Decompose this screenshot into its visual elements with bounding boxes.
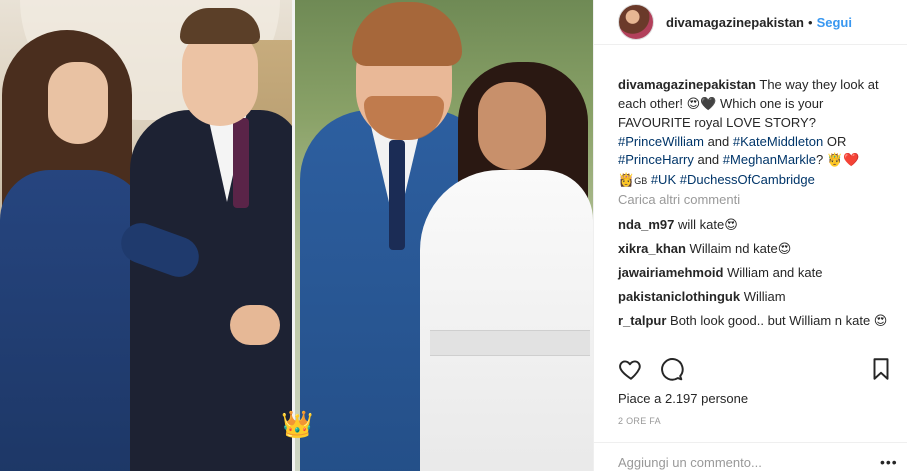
hashtag-link[interactable]: #PrinceHarry [618, 152, 694, 167]
hashtag-link[interactable]: #UK [651, 172, 676, 187]
post-header: divamagazinepakistan • Segui [594, 0, 907, 44]
comment-text: Willaim nd kate [685, 241, 778, 256]
man-right-tie [389, 140, 405, 250]
woman-left-dress [0, 170, 150, 471]
comment-item: pakistaniclothinguk William [618, 288, 894, 307]
comment-username[interactable]: jawairiamehmoid [618, 265, 723, 280]
comment-username[interactable]: xikra_khan [618, 241, 686, 256]
man-left-face [182, 30, 258, 126]
comment-button[interactable] [658, 356, 684, 382]
comment-username[interactable]: pakistaniclothinguk [618, 289, 740, 304]
princess-emoji: 👸 [618, 172, 635, 188]
comment-text: William [740, 289, 786, 304]
caption-text: ? [816, 152, 827, 167]
header-divider [594, 44, 907, 45]
header-dot: • [808, 14, 813, 30]
post-caption: divamagazinepakistan The way they look a… [618, 76, 894, 190]
load-more-comments[interactable]: Carica altri commenti [618, 192, 740, 207]
hashtag-link[interactable]: #MeghanMarkle [723, 152, 816, 167]
comment-text: will kate [674, 217, 725, 232]
comment-item: xikra_khan Willaim nd kate😍 [618, 240, 894, 260]
prince-emoji: 🤴❤️ [826, 153, 860, 168]
heart-eyes-emoji: 😍 [724, 218, 738, 233]
woman-left-face [48, 62, 108, 144]
likes-count[interactable]: Piace a 2.197 persone [618, 391, 748, 406]
comment-text: William and kate [723, 265, 823, 280]
avatar[interactable] [618, 4, 654, 40]
action-bar [618, 356, 894, 384]
photo-left-panel [0, 0, 294, 471]
man-left-tie [233, 118, 249, 208]
comment-username[interactable]: nda_m97 [618, 217, 674, 232]
man-left-suit [130, 110, 294, 471]
woman-right-face [478, 82, 546, 170]
comment-item: nda_m97 will kate😍 [618, 216, 894, 236]
more-options-icon[interactable]: ••• [880, 454, 898, 470]
crown-icon: 👑 [281, 410, 314, 440]
comment-icon [661, 358, 684, 381]
woman-right-coat [420, 170, 593, 471]
photo-divider [292, 0, 295, 471]
hashtag-link[interactable]: #DuchessOfCambridge [680, 172, 815, 187]
post-timestamp[interactable]: 2 ORE FA [618, 416, 661, 426]
hashtag-link[interactable]: #KateMiddleton [733, 134, 823, 149]
like-button[interactable] [618, 356, 644, 382]
follow-button[interactable]: Segui [817, 15, 852, 30]
caption-text: and [703, 133, 733, 149]
post-side-panel: divamagazinepakistan • Segui divamagazin… [593, 0, 907, 471]
caption-text: OR [823, 133, 847, 149]
woman-right-belt [430, 330, 590, 356]
heart-eyes-emoji: 😍 [777, 242, 792, 257]
post-photo[interactable]: 👑 [0, 0, 593, 471]
man-left-hair [180, 8, 260, 44]
add-comment-input[interactable] [618, 452, 888, 471]
header-username[interactable]: divamagazinepakistan [666, 15, 804, 30]
hashtag-link[interactable]: #PrinceWilliam [618, 134, 704, 149]
flag-icon: GB [634, 175, 648, 186]
heart-eyes-emoji: 😍 [873, 314, 888, 329]
man-left-hands [230, 305, 280, 345]
save-button[interactable] [868, 356, 894, 382]
heart-eyes-emoji: 😍🖤 [686, 96, 717, 112]
caption-text: and [693, 152, 723, 167]
comment-divider [594, 442, 907, 443]
comment-item: r_talpur Both look good.. but William n … [618, 312, 894, 332]
comment-item: jawairiamehmoid William and kate [618, 264, 894, 283]
comment-username[interactable]: r_talpur [618, 313, 666, 328]
photo-right-panel [294, 0, 593, 471]
bookmark-icon [873, 358, 889, 380]
heart-icon [619, 360, 641, 380]
comment-text: Both look good.. but William n kate [666, 313, 874, 328]
caption-username[interactable]: divamagazinepakistan [618, 77, 756, 92]
man-right-hair [352, 2, 462, 66]
